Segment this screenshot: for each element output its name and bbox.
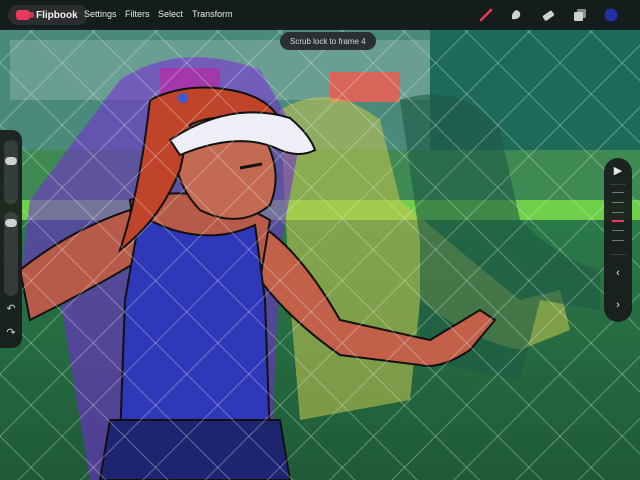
undo-icon[interactable]: ↶ [4,302,18,316]
scrub-lock-toast: Scrub lock to frame 4 [280,32,376,50]
color-swatch-icon[interactable] [603,7,619,23]
divider [610,184,626,185]
frame-tick-current [612,220,624,222]
play-icon[interactable]: ▶ [604,160,632,182]
menu-settings[interactable]: Settings [84,9,117,19]
redo-icon[interactable]: ↷ [4,326,18,340]
brush-icon[interactable] [478,7,494,23]
smudge-icon[interactable] [508,7,524,23]
frame-tick [612,240,624,241]
menu-filters[interactable]: Filters [125,9,150,19]
divider [610,254,626,255]
frame-tick [612,230,624,231]
toast-text: Scrub lock to frame 4 [290,36,366,46]
frame-scrubber[interactable] [612,190,624,248]
frame-tick [612,202,624,203]
frame-tick [612,192,624,193]
layers-icon[interactable] [572,7,588,23]
next-frame-icon[interactable]: › [604,294,632,316]
brush-settings-panel: ↶ ↷ [0,130,22,348]
brush-opacity-thumb[interactable] [5,219,17,227]
timeline-panel: ▶ ‹ › [604,158,632,322]
fence-overlay [0,28,640,480]
previous-frame-icon[interactable]: ‹ [604,262,632,284]
menu-transform[interactable]: Transform [192,9,233,19]
eraser-icon[interactable] [540,7,556,23]
brush-size-slider[interactable] [4,140,18,204]
frame-tick [612,212,624,213]
brush-size-thumb[interactable] [5,157,17,165]
menu-select[interactable]: Select [158,9,183,19]
app-menu-button[interactable]: Flipbook [8,5,88,25]
top-toolbar: Flipbook Settings Filters Select Transfo… [0,0,640,30]
flipbook-logo-icon [16,10,34,20]
drawing-canvas[interactable] [0,0,640,480]
app-name: Flipbook [36,9,78,21]
